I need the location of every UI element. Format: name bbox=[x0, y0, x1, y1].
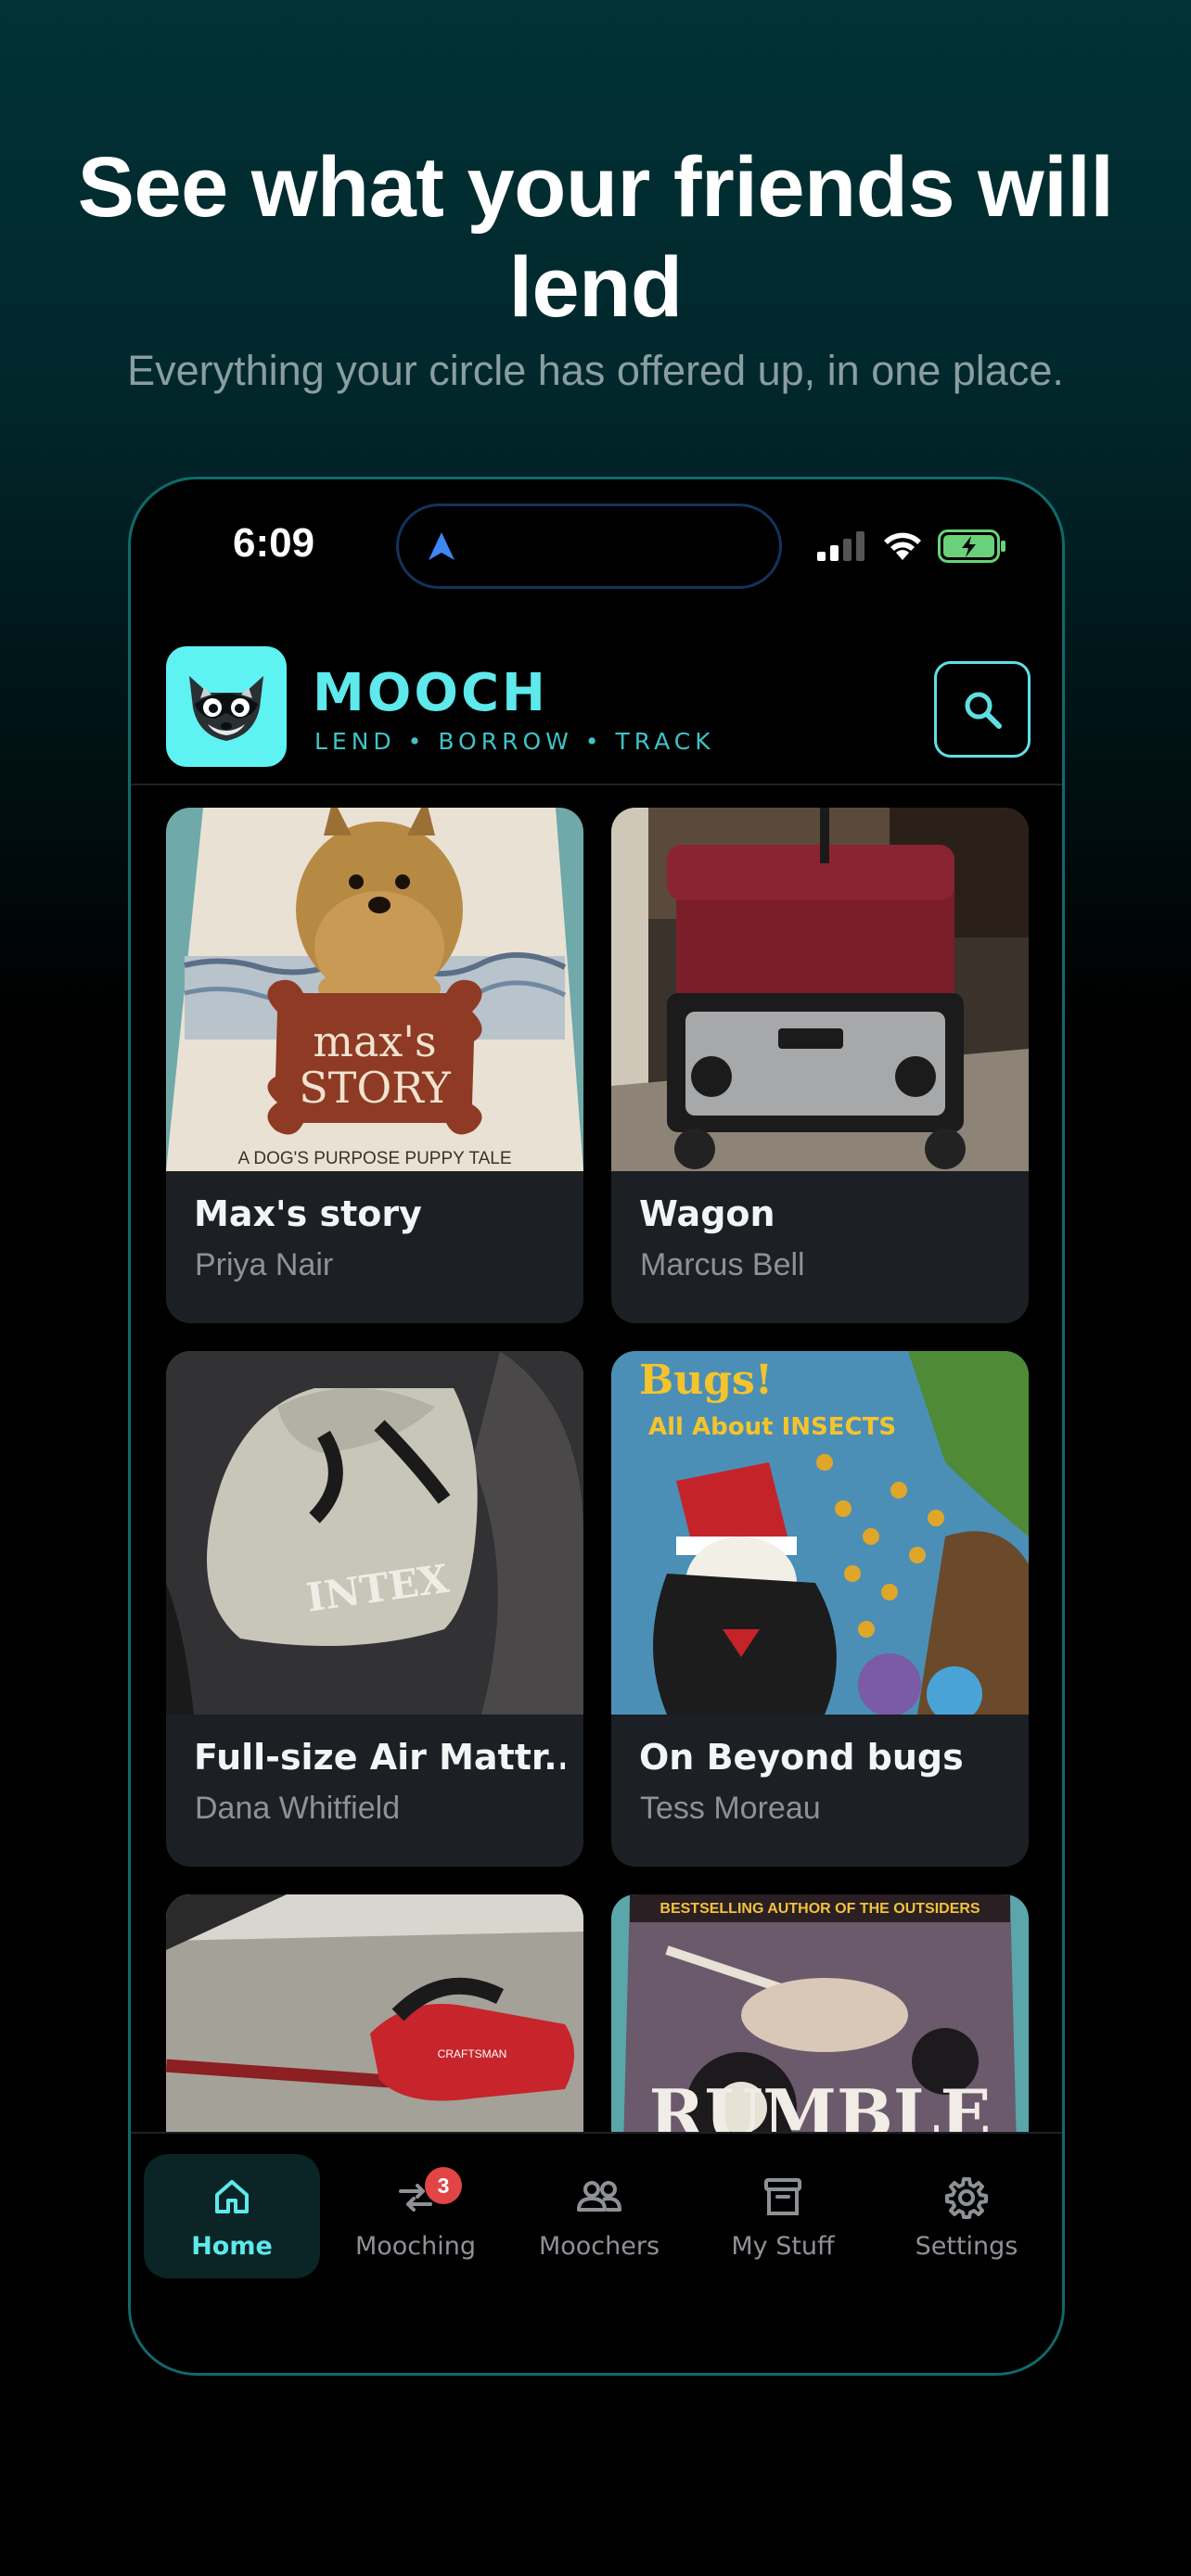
item-owner: Marcus Bell bbox=[640, 1247, 805, 1282]
search-icon bbox=[965, 692, 1002, 729]
tab-label: Settings bbox=[915, 2232, 1018, 2261]
item-card[interactable]: INTEX Full-size Air Mattr... Dana Whitfi… bbox=[166, 1351, 583, 1867]
gear-icon bbox=[945, 2177, 988, 2219]
item-photo bbox=[611, 808, 1029, 1171]
item-card[interactable]: CRAFTSMAN bbox=[166, 1894, 583, 2132]
tab-label: Home bbox=[191, 2232, 273, 2261]
item-photo: CRAFTSMAN bbox=[166, 1894, 583, 2132]
item-photo: BESTSELLING AUTHOR OF THE OUTSIDERS RUMB… bbox=[611, 1894, 1029, 2132]
app-header: MOOCH LEND • BORROW • TRACK bbox=[131, 628, 1062, 785]
home-icon bbox=[215, 2180, 249, 2213]
tab-settings[interactable]: Settings bbox=[878, 2154, 1055, 2278]
hero-subtitle: Everything your circle has offered up, i… bbox=[127, 347, 1064, 394]
item-title: Full-size Air Mattr... bbox=[194, 1737, 565, 1778]
location-arrow-icon bbox=[429, 532, 455, 560]
item-card[interactable]: max's STORY A DOG'S PURPOSE PUPPY TALE M… bbox=[166, 808, 583, 1323]
notification-badge: 3 bbox=[425, 2167, 462, 2204]
dynamic-island bbox=[396, 504, 782, 589]
tab-label: Moochers bbox=[538, 2232, 660, 2261]
item-owner: Tess Moreau bbox=[640, 1791, 821, 1826]
book-cover-text: max's bbox=[313, 1016, 436, 1066]
app-brand: MOOCH bbox=[313, 663, 548, 723]
tab-mooching[interactable]: 3 Mooching bbox=[327, 2154, 504, 2278]
item-card[interactable]: BESTSELLING AUTHOR OF THE OUTSIDERS RUMB… bbox=[611, 1894, 1029, 2132]
item-photo: Bugs! All About INSECTS bbox=[611, 1351, 1029, 1715]
item-owner: Dana Whitfield bbox=[195, 1791, 401, 1826]
hero-title: See what your friends will lend bbox=[77, 140, 1114, 335]
item-title: On Beyond bugs bbox=[639, 1737, 964, 1778]
book-cover-text: Bugs! bbox=[639, 1357, 773, 1404]
tab-label: My Stuff bbox=[731, 2232, 835, 2261]
book-cover-text: A DOG'S PURPOSE PUPPY TALE bbox=[237, 1149, 511, 1168]
item-card[interactable]: Bugs! All About INSECTS On Beyond bugs T… bbox=[611, 1351, 1029, 1867]
book-cover-text: STORY bbox=[299, 1063, 451, 1113]
users-icon bbox=[577, 2181, 621, 2212]
book-cover-text: BESTSELLING AUTHOR OF THE OUTSIDERS bbox=[660, 1901, 980, 1917]
app-logo bbox=[166, 646, 287, 767]
status-time: 6:09 bbox=[233, 520, 315, 566]
tab-moochers[interactable]: Moochers bbox=[511, 2154, 687, 2278]
book-cover-text: RUMBLE bbox=[649, 2074, 992, 2132]
status-icons bbox=[817, 528, 1006, 565]
raccoon-icon bbox=[189, 676, 263, 741]
item-photo: max's STORY A DOG'S PURPOSE PUPPY TALE bbox=[166, 808, 583, 1171]
item-grid[interactable]: max's STORY A DOG'S PURPOSE PUPPY TALE M… bbox=[166, 808, 1032, 2132]
tab-bar: Home 3 Mooching Moochers My Stuff Settin… bbox=[131, 2132, 1062, 2373]
phone-frame: 6:09 MOOCH LEND • BORROW • TRACK max's S… bbox=[128, 477, 1065, 2376]
app-tagline: LEND • BORROW • TRACK bbox=[314, 728, 715, 755]
wifi-icon bbox=[884, 532, 921, 560]
search-button[interactable] bbox=[934, 661, 1031, 758]
tab-home[interactable]: Home bbox=[144, 2154, 320, 2278]
book-cover-text: All About INSECTS bbox=[648, 1413, 896, 1441]
tab-my-stuff[interactable]: My Stuff bbox=[695, 2154, 871, 2278]
cellular-signal-icon bbox=[817, 531, 864, 561]
item-owner: Priya Nair bbox=[195, 1247, 334, 1282]
battery-charging-icon bbox=[938, 529, 1005, 563]
tab-label: Mooching bbox=[354, 2232, 477, 2261]
item-photo: INTEX bbox=[166, 1351, 583, 1715]
item-title: Max's story bbox=[194, 1193, 422, 1234]
archive-box-icon bbox=[764, 2178, 801, 2215]
item-card[interactable]: Wagon Marcus Bell bbox=[611, 808, 1029, 1323]
item-title: Wagon bbox=[639, 1193, 775, 1234]
tool-brand-text: CRAFTSMAN bbox=[438, 2047, 507, 2060]
